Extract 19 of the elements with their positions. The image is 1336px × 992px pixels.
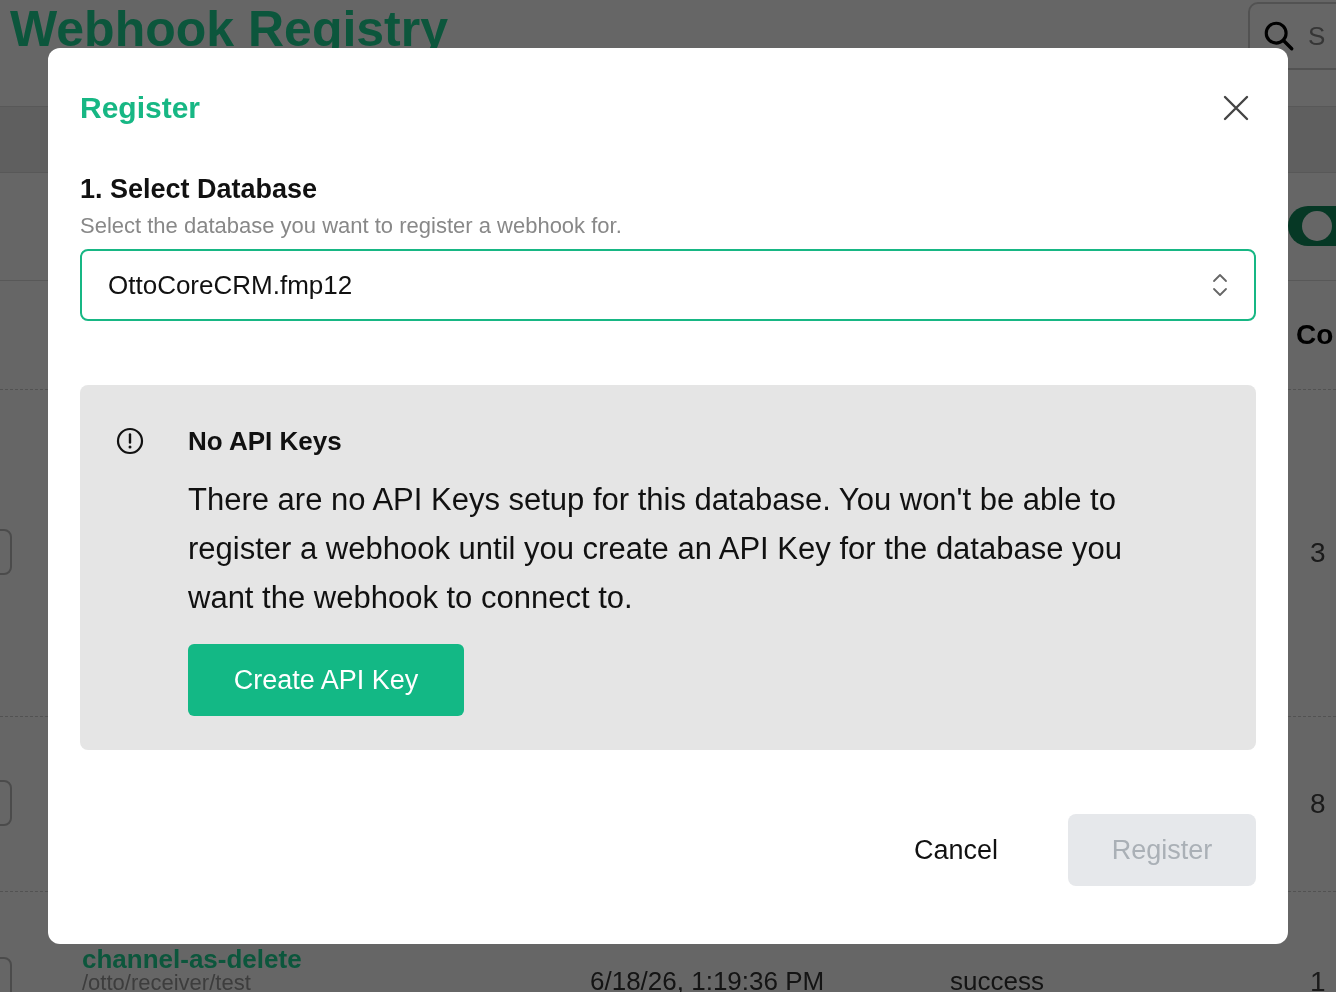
- alert-title: No API Keys: [188, 425, 342, 457]
- table-cell: 3: [1310, 537, 1326, 569]
- search-icon: [1262, 19, 1296, 53]
- close-button[interactable]: [1222, 94, 1250, 122]
- step-heading: 1. Select Database: [80, 174, 318, 205]
- cancel-button[interactable]: Cancel: [913, 814, 998, 886]
- dialog-title: Register: [80, 91, 201, 125]
- webhook-name[interactable]: channel-as-delete: [82, 946, 302, 972]
- table-cell: success: [950, 966, 1044, 992]
- create-api-key-button[interactable]: Create API Key: [188, 644, 464, 716]
- table-cell: 8: [1310, 788, 1326, 820]
- step-description: Select the database you want to register a webhook for.: [80, 213, 622, 239]
- alert-message: There are no API Keys setup for this database. You won't be able to register a webhook until you create an API Key for the database you want the webhook to connect to.: [188, 481, 1124, 617]
- column-header: Co: [1296, 319, 1334, 351]
- exclamation-icon: [116, 427, 144, 455]
- toggle-switch[interactable]: [1288, 206, 1336, 246]
- chevron-updown-icon: [1212, 272, 1228, 298]
- database-select[interactable]: OttoCoreCRM.fmp12: [80, 249, 1256, 321]
- table-cell: 1: [1310, 966, 1326, 992]
